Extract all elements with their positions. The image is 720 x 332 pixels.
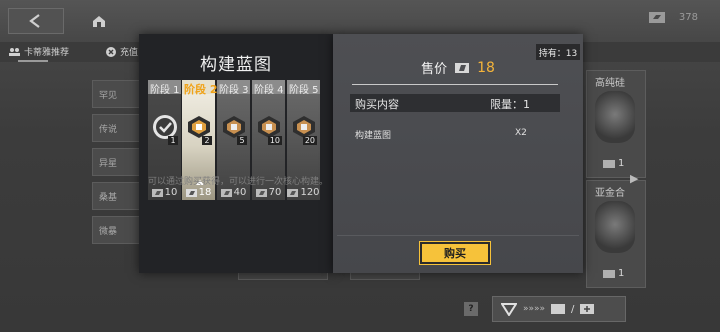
product-image — [595, 91, 635, 143]
content-divider — [337, 235, 579, 236]
card-currency-icon — [455, 62, 470, 73]
card-currency-icon — [551, 304, 566, 314]
product-name: 亚金合 — [595, 188, 625, 199]
home-button[interactable] — [78, 8, 120, 34]
content-header-label: 购买内容 — [355, 98, 399, 111]
card-plus-icon — [580, 304, 595, 314]
list-item-label: 桑基 — [99, 192, 118, 203]
arrows-icon: »»»» — [523, 304, 546, 314]
product-price: 1 — [603, 268, 624, 279]
currency-value: 378 — [678, 12, 698, 23]
card-currency-icon — [603, 269, 615, 278]
card-currency-icon — [287, 188, 299, 197]
product-name: 高纯硅 — [595, 78, 625, 89]
product-price-value: 1 — [618, 158, 625, 169]
card-currency-icon — [648, 12, 665, 23]
bottom-currency-bar[interactable]: »»»» / — [492, 296, 626, 322]
list-item-label: 传说 — [99, 124, 118, 135]
product-image — [595, 201, 635, 253]
product-card[interactable]: 高纯硅 1 — [586, 70, 646, 178]
back-button[interactable] — [8, 8, 64, 34]
tab-label: 充值 — [120, 48, 139, 58]
price-label: 售价 — [421, 62, 448, 77]
content-item-name: 构建蓝图 — [355, 131, 392, 141]
card-currency-icon — [603, 159, 615, 168]
content-header: 购买内容 限量：1 — [350, 94, 560, 112]
stage-label: 阶段 1 — [150, 85, 180, 96]
stage-count: 5 — [237, 136, 247, 145]
product-price-value: 1 — [618, 268, 625, 279]
chevron-left-icon — [29, 14, 40, 28]
limit-label: 限量：1 — [490, 98, 530, 111]
chevron-right-icon[interactable]: ▶ — [630, 172, 638, 185]
stage-label: 阶段 2 — [184, 83, 218, 96]
price-row: 售价 18 — [333, 58, 583, 78]
tab-recommend[interactable]: 卡蒂雅推荐 — [8, 45, 70, 62]
tab-label: 卡蒂雅推荐 — [24, 48, 70, 58]
stage-label: 阶段 4 — [254, 85, 284, 96]
help-button[interactable]: ? — [464, 302, 478, 316]
card-currency-icon — [255, 188, 267, 197]
product-price: 1 — [603, 158, 624, 169]
tab-underline — [18, 60, 48, 62]
users-icon — [9, 47, 20, 56]
slash-icon: / — [571, 303, 575, 315]
stage-label: 阶段 3 — [219, 85, 249, 96]
stage-count: 20 — [302, 136, 317, 145]
top-currency: 378 — [648, 12, 698, 23]
card-currency-icon — [220, 188, 232, 197]
stage-label: 阶段 5 — [289, 85, 319, 96]
tab-recharge[interactable]: 充值 — [106, 45, 138, 58]
list-item-label: 异星 — [99, 158, 118, 169]
list-item-label: 微暴 — [99, 226, 118, 237]
stage-count: 2 — [202, 136, 212, 145]
card-currency-icon — [151, 188, 163, 197]
product-card[interactable]: 亚金合 1 — [586, 180, 646, 288]
home-icon — [93, 16, 105, 27]
content-item-qty: X2 — [515, 128, 527, 138]
blueprint-panel: 构建蓝图 阶段 1 1 10 阶段 2 2 18 阶段 3 5 40 阶段 4 … — [139, 34, 333, 273]
close-circle-icon — [106, 46, 116, 57]
blueprint-description: 可以通过购买获得，可以进行一次核心构建。 — [148, 177, 329, 187]
list-item-label: 罕见 — [99, 90, 118, 101]
stage-count: 10 — [267, 136, 282, 145]
stage-count: 1 — [168, 136, 178, 145]
card-currency-icon — [185, 188, 197, 197]
buy-button[interactable]: 购买 — [420, 242, 490, 264]
content-item-row: 构建蓝图 X2 — [355, 128, 555, 141]
modal-title: 构建蓝图 — [200, 55, 272, 75]
price-value: 18 — [477, 59, 495, 76]
price-divider — [352, 84, 558, 85]
triangle-logo-icon — [501, 303, 517, 316]
